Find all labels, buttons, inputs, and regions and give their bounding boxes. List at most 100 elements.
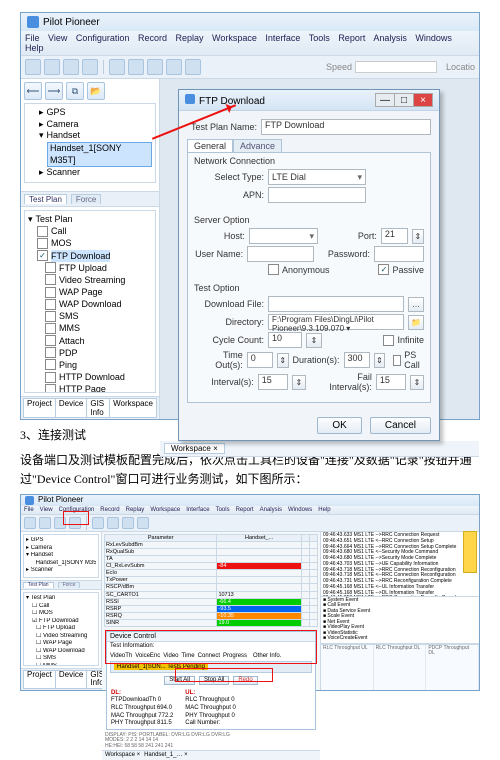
tb-btn-1[interactable] bbox=[25, 59, 41, 75]
interval-spinner-icon[interactable]: ⇕ bbox=[292, 375, 306, 390]
tp-http-download[interactable]: HTTP Download bbox=[27, 371, 155, 383]
failinterval-input[interactable]: 15 bbox=[376, 374, 406, 390]
cycle-spinner-icon[interactable]: ⇕ bbox=[306, 333, 322, 348]
user-input[interactable] bbox=[247, 246, 314, 262]
btab-gis[interactable]: GIS Info bbox=[86, 398, 109, 418]
tb-play-icon[interactable] bbox=[109, 59, 125, 75]
tb-btn-4[interactable] bbox=[82, 59, 98, 75]
s2-tb-record-icon[interactable] bbox=[39, 517, 51, 529]
tp-ftp-upload[interactable]: FTP Upload bbox=[27, 262, 155, 274]
menu-report[interactable]: Report bbox=[338, 33, 365, 43]
timeout-input[interactable]: 0 bbox=[247, 352, 273, 368]
menu-view[interactable]: View bbox=[48, 33, 67, 43]
port-spinner-icon[interactable]: ⇕ bbox=[412, 229, 424, 244]
minimize-button[interactable]: — bbox=[375, 93, 395, 107]
stop-all-button[interactable]: Stop All bbox=[199, 676, 229, 685]
workspace-tab[interactable]: Workspace × bbox=[164, 443, 225, 454]
tab-advance[interactable]: Advance bbox=[233, 139, 282, 152]
anonymous-checkbox[interactable]: Anonymous bbox=[268, 264, 330, 275]
select-type-select[interactable]: LTE Dial bbox=[268, 169, 366, 185]
tp-attach[interactable]: Attach bbox=[27, 335, 155, 347]
tp-wap-download[interactable]: WAP Download bbox=[27, 298, 155, 310]
menu-configuration[interactable]: Configuration bbox=[76, 33, 130, 43]
menu-record[interactable]: Record bbox=[138, 33, 167, 43]
s2-param-table: ParameterHandset_... RxLevSubdBm RxQualS… bbox=[104, 534, 318, 627]
duration-input[interactable]: 300 bbox=[344, 352, 370, 368]
tb-prev-icon[interactable] bbox=[128, 59, 144, 75]
testplan-tabs: Test Plan Force bbox=[21, 191, 159, 207]
plan-name-input[interactable]: FTP Download bbox=[261, 119, 431, 135]
tb-end-icon[interactable] bbox=[185, 59, 201, 75]
host-select[interactable] bbox=[249, 228, 318, 244]
dc-buttons: Start All Stop All Redo bbox=[107, 676, 315, 685]
nav-copy-icon[interactable]: ⧉ bbox=[66, 82, 84, 100]
duration-spinner-icon[interactable]: ⇕ bbox=[374, 353, 386, 368]
tree-item-camera[interactable]: ▸ Camera bbox=[27, 119, 153, 131]
tb-step-icon[interactable] bbox=[147, 59, 163, 75]
menu-windows[interactable]: Windows bbox=[415, 33, 452, 43]
apn-input[interactable] bbox=[268, 187, 366, 203]
tp-call[interactable]: Call bbox=[27, 225, 155, 237]
btab-project[interactable]: Project bbox=[23, 398, 55, 418]
tp-root[interactable]: ▾ Test Plan bbox=[27, 213, 155, 225]
tp-mms[interactable]: MMS bbox=[27, 322, 155, 334]
tp-ftp-download[interactable]: FTP Download bbox=[27, 250, 155, 262]
tb-btn-2[interactable] bbox=[44, 59, 60, 75]
dir-browse-icon[interactable]: 📁 bbox=[408, 315, 424, 330]
tree-item-handset[interactable]: ▾ Handset bbox=[27, 130, 153, 142]
s2-tb-connect-icon[interactable] bbox=[24, 517, 36, 529]
timeout-spinner-icon[interactable]: ⇕ bbox=[277, 353, 289, 368]
nav-back-icon[interactable]: ⟵ bbox=[24, 82, 42, 100]
tab-general[interactable]: General bbox=[187, 139, 233, 152]
cycle-input[interactable]: 10 bbox=[268, 332, 302, 348]
nav-fwd-icon[interactable]: ⟶ bbox=[45, 82, 63, 100]
tp-sms[interactable]: SMS bbox=[27, 310, 155, 322]
dlfile-browse-icon[interactable]: … bbox=[408, 297, 424, 312]
menu-bar: File View Configuration Record Replay Wo… bbox=[21, 31, 479, 56]
tp-mos[interactable]: MOS bbox=[27, 237, 155, 249]
menu-help[interactable]: Help bbox=[25, 43, 44, 53]
close-button[interactable]: × bbox=[413, 93, 433, 107]
interval-input[interactable]: 15 bbox=[258, 374, 288, 390]
failinterval-spinner-icon[interactable]: ⇕ bbox=[410, 375, 424, 390]
tree-item-handset-1[interactable]: Handset_1[SONY M35T] bbox=[27, 142, 153, 167]
menu-interface[interactable]: Interface bbox=[265, 33, 300, 43]
infinite-checkbox[interactable]: Infinite bbox=[383, 335, 424, 346]
tab-test-plan[interactable]: Test Plan bbox=[24, 194, 67, 204]
nav-open-icon[interactable]: 📂 bbox=[87, 82, 105, 100]
dc-device-row[interactable]: Handset_1[SON... Tests Pending bbox=[110, 661, 312, 674]
s2-charts: RLC Throughput UL RLC Throughput DL PDCP… bbox=[321, 644, 479, 691]
nc-group-label: Network Connection bbox=[194, 156, 424, 166]
select-type-label: Select Type: bbox=[194, 172, 264, 182]
menu-file[interactable]: File bbox=[25, 33, 40, 43]
tp-pdp[interactable]: PDP bbox=[27, 347, 155, 359]
speed-bar[interactable] bbox=[355, 61, 437, 73]
menu-tools[interactable]: Tools bbox=[309, 33, 330, 43]
tab-force[interactable]: Force bbox=[71, 194, 101, 204]
maximize-button[interactable]: □ bbox=[394, 93, 414, 107]
ok-button[interactable]: OK bbox=[317, 417, 361, 434]
tb-next-icon[interactable] bbox=[166, 59, 182, 75]
dlfile-input[interactable] bbox=[268, 296, 404, 312]
tb-btn-3[interactable] bbox=[63, 59, 79, 75]
btab-device[interactable]: Device bbox=[55, 398, 86, 418]
menu-workspace[interactable]: Workspace bbox=[212, 33, 257, 43]
menu-analysis[interactable]: Analysis bbox=[373, 33, 407, 43]
cancel-button[interactable]: Cancel bbox=[370, 417, 431, 434]
tp-wap-page[interactable]: WAP Page bbox=[27, 286, 155, 298]
port-input[interactable]: 21 bbox=[381, 228, 408, 244]
btab-workspace[interactable]: Workspace bbox=[109, 398, 157, 418]
pass-input[interactable] bbox=[374, 246, 424, 262]
start-all-button[interactable]: Start All bbox=[164, 676, 195, 685]
tp-ping[interactable]: Ping bbox=[27, 359, 155, 371]
tree-item-scanner[interactable]: ▸ Scanner bbox=[27, 167, 153, 179]
passive-checkbox[interactable]: Passive bbox=[378, 264, 424, 275]
tree-item-gps[interactable]: ▸ GPS bbox=[27, 107, 153, 119]
redo-button[interactable]: Redo bbox=[233, 676, 257, 685]
menu-replay[interactable]: Replay bbox=[176, 33, 204, 43]
host-label: Host: bbox=[194, 231, 245, 241]
tp-video-streaming[interactable]: Video Streaming bbox=[27, 274, 155, 286]
dir-input[interactable]: F:\Program Files\DingLi\Pilot Pioneer\9.… bbox=[268, 314, 404, 330]
tp-http-page[interactable]: HTTP Page bbox=[27, 383, 155, 393]
pscall-checkbox[interactable]: PS Call bbox=[393, 350, 424, 370]
